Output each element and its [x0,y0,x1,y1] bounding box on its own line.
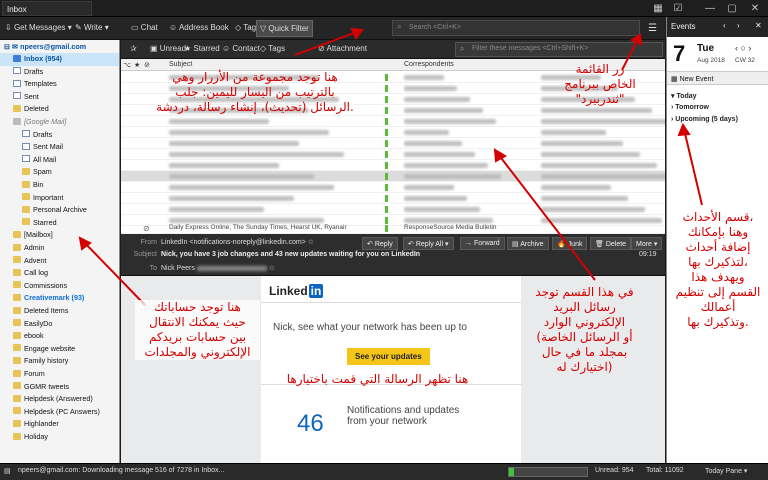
events-arrowhead [677,122,691,137]
menu-note: زر القائمة الخاص ببرنامج "ثندربيرد" [564,62,636,106]
list-arrowhead [493,148,507,163]
events-arrow [682,124,703,206]
annotation-arrows [78,27,703,306]
folders-arrow [79,237,146,306]
list-arrow [494,149,596,281]
menu-arrowhead [629,33,643,46]
toolbar-arrow [294,29,363,56]
toolbar-note: هنا توجد مجموعة من الأزرار وهي بالترتيب … [156,70,354,114]
list-note: في هذا القسم توجد رسائل البريد الإلكترون… [535,285,634,374]
folders-note: هنا توجد حساباتك حيث يمكنك الانتقال بين … [135,300,260,360]
events-note: قسم الأحداث، وهنا بإمكانك إضافة أحداث لت… [675,210,761,329]
toolbar-arrowhead [350,27,364,40]
message-note: هنا تظهر الرسالة التي قمت باختيارها [286,372,469,386]
